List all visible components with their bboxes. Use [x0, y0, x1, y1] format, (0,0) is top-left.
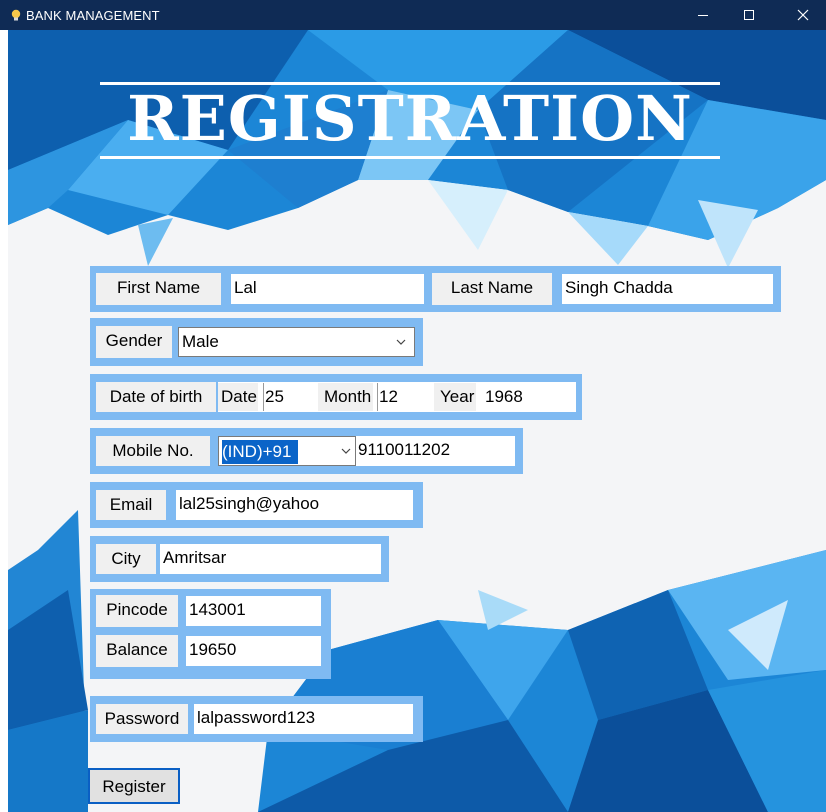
- chevron-down-icon: [341, 448, 351, 454]
- pincode-field[interactable]: 143001: [186, 596, 321, 626]
- date-label: Date: [218, 383, 258, 411]
- register-button[interactable]: Register: [88, 768, 180, 804]
- close-icon: [797, 9, 809, 21]
- name-row: First Name Lal Last Name Singh Chadda: [90, 266, 781, 312]
- page-title: REGISTRATION: [127, 82, 693, 155]
- lightbulb-icon: [11, 9, 21, 21]
- pincode-balance-box: Pincode 143001 Balance 19650: [90, 589, 331, 679]
- mobile-row: Mobile No. (IND)+91 9110011202: [90, 428, 523, 474]
- heading-bottom-rule: [100, 156, 720, 159]
- password-row: Password lalpassword123: [90, 696, 423, 742]
- dob-row: Date of birth Date 25 Month 12 Year 1968: [90, 374, 582, 420]
- maximize-icon: [744, 10, 754, 20]
- balance-label: Balance: [96, 635, 178, 667]
- last-name-field[interactable]: Singh Chadda: [562, 274, 773, 304]
- gender-select[interactable]: Male: [178, 327, 415, 357]
- city-field[interactable]: Amritsar: [160, 544, 381, 574]
- gender-selected: Male: [182, 332, 219, 351]
- password-field[interactable]: lalpassword123: [194, 704, 413, 734]
- chevron-down-icon: [396, 339, 406, 345]
- close-button[interactable]: [780, 0, 826, 30]
- mobile-field[interactable]: 9110011202: [356, 436, 515, 466]
- dob-fields: Date 25 Month 12 Year 1968: [218, 382, 576, 412]
- pincode-label: Pincode: [96, 595, 178, 627]
- last-name-label: Last Name: [432, 273, 552, 305]
- country-code-selected: (IND)+91: [222, 440, 299, 464]
- password-label: Password: [96, 704, 188, 734]
- year-label: Year: [434, 383, 477, 411]
- first-name-field[interactable]: Lal: [231, 274, 424, 304]
- minimize-icon: [698, 15, 708, 16]
- header: REGISTRATION: [100, 76, 720, 162]
- year-field[interactable]: 1968: [482, 383, 574, 411]
- title-bar: BANK MANAGEMENT: [0, 0, 826, 30]
- mobile-label: Mobile No.: [96, 436, 210, 466]
- gender-label: Gender: [96, 326, 172, 358]
- city-label: City: [96, 544, 156, 574]
- dob-label: Date of birth: [96, 382, 216, 412]
- email-field[interactable]: lal25singh@yahoo: [176, 490, 413, 520]
- window-title: BANK MANAGEMENT: [26, 8, 160, 23]
- month-field[interactable]: 12: [377, 383, 431, 411]
- date-field[interactable]: 25: [263, 383, 315, 411]
- maximize-button[interactable]: [726, 0, 772, 30]
- email-label: Email: [96, 490, 166, 520]
- city-row: City Amritsar: [90, 536, 389, 582]
- first-name-label: First Name: [96, 273, 221, 305]
- email-row: Email lal25singh@yahoo: [90, 482, 423, 528]
- balance-field[interactable]: 19650: [186, 636, 321, 666]
- minimize-button[interactable]: [680, 0, 726, 30]
- registration-window: REGISTRATION First Name Lal Last Name Si…: [8, 30, 826, 812]
- country-code-select[interactable]: (IND)+91: [218, 436, 356, 466]
- gender-row: Gender Male: [90, 318, 423, 366]
- month-label: Month: [318, 383, 374, 411]
